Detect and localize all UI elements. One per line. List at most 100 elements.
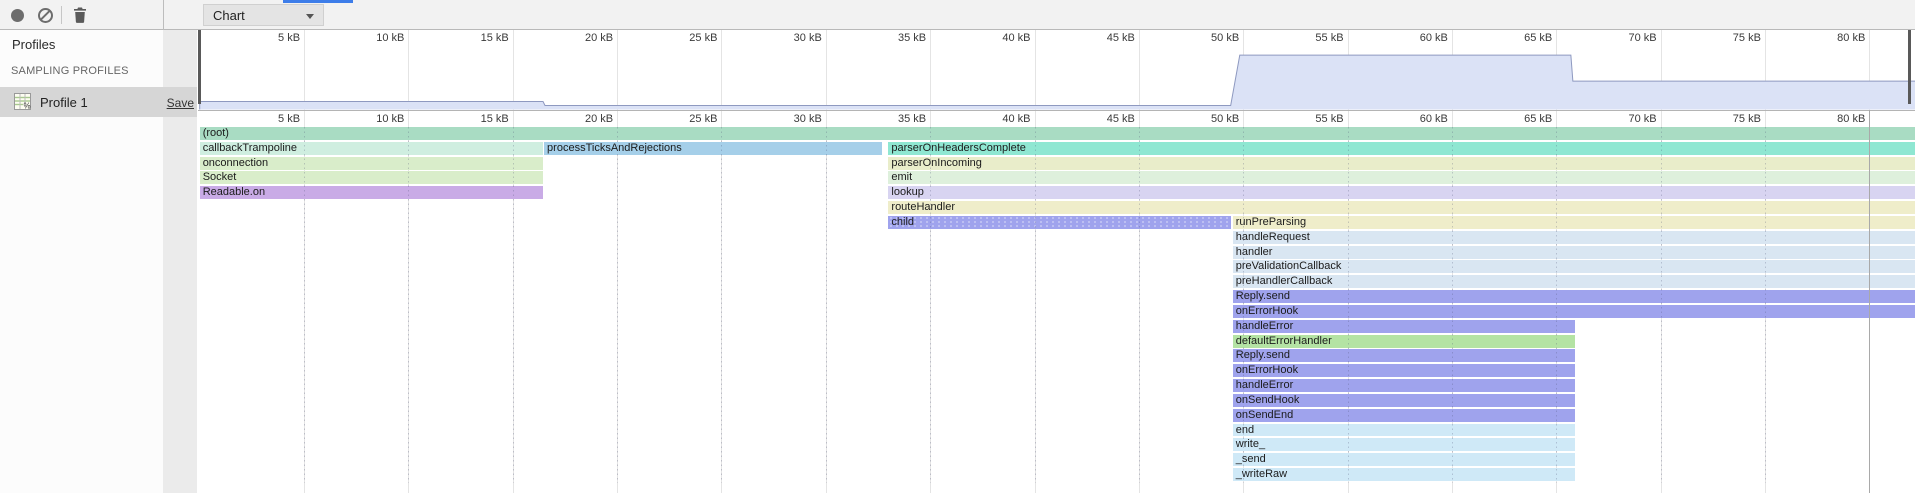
sampling-profiles-header: SAMPLING PROFILES: [11, 65, 129, 77]
block-icon: [38, 8, 53, 23]
flame-bar-handleerror[interactable]: handleError: [1233, 320, 1575, 333]
gridline: [1348, 30, 1349, 110]
flame-bar-handler[interactable]: handler: [1233, 246, 1915, 259]
flame-bar-write-[interactable]: write_: [1233, 438, 1575, 451]
flame-bar-readable-on[interactable]: Readable.on: [200, 186, 543, 199]
save-link[interactable]: Save: [167, 96, 194, 110]
ruler-tick-label: 50 kB: [1211, 32, 1239, 44]
ruler-tick-label: 55 kB: [1315, 113, 1343, 125]
gridline: [617, 30, 618, 110]
view-mode-select[interactable]: Chart: [203, 4, 324, 26]
gridline: [1556, 30, 1557, 110]
overview-bottom-border: [198, 110, 1915, 111]
flame-bar-end[interactable]: end: [1233, 424, 1575, 437]
sidebar-title: Profiles: [12, 37, 55, 52]
gridline: [1243, 30, 1244, 110]
gridline-overlay: [721, 127, 722, 483]
record-icon: [11, 9, 24, 22]
flame-bar-processticksandrejections[interactable]: processTicksAndRejections: [544, 142, 882, 155]
ruler-tick-label: 5 kB: [278, 113, 300, 125]
flame-bar-runpreparsing[interactable]: runPreParsing: [1233, 216, 1915, 229]
gridline-overlay: [1556, 127, 1557, 483]
flame-bar--send[interactable]: _send: [1233, 453, 1575, 466]
record-button[interactable]: [10, 0, 24, 30]
ruler-tick-label: 55 kB: [1315, 32, 1343, 44]
ruler-tick-label: 80 kB: [1837, 113, 1865, 125]
ruler-tick-label: 25 kB: [689, 32, 717, 44]
flame-bar-socket[interactable]: Socket: [200, 171, 543, 184]
svg-text:%: %: [24, 102, 31, 111]
flame-bar-onsendend[interactable]: onSendEnd: [1233, 409, 1575, 422]
gridline: [1452, 30, 1453, 110]
gridline-overlay: [1452, 127, 1453, 483]
flame-bar-parseronincoming[interactable]: parserOnIncoming: [888, 157, 1915, 170]
gridline-overlay: [930, 127, 931, 483]
flame-bar-handlerequest[interactable]: handleRequest: [1233, 231, 1915, 244]
ruler-tick-label: 20 kB: [585, 32, 613, 44]
memory-profiler-panel: Chart Profiles SAMPLING PROFILES % Profi…: [0, 0, 1915, 493]
flame-bar-prehandlercallback[interactable]: preHandlerCallback: [1233, 275, 1915, 288]
gridline: [304, 30, 305, 110]
ruler-tick-label: 35 kB: [898, 32, 926, 44]
flame-bar--writeraw[interactable]: _writeRaw: [1233, 468, 1575, 481]
flame-bar-lookup[interactable]: lookup: [888, 186, 1915, 199]
flame-bar-onconnection[interactable]: onconnection: [200, 157, 543, 170]
ruler-tick-label: 35 kB: [898, 113, 926, 125]
ruler-tick-label: 20 kB: [585, 113, 613, 125]
flame-bar-emit[interactable]: emit: [888, 171, 1915, 184]
ruler-tick-label: 50 kB: [1211, 113, 1239, 125]
gridline: [408, 30, 409, 110]
gridline: [1661, 30, 1662, 110]
gridline: [930, 30, 931, 110]
profiles-sidebar: Profiles SAMPLING PROFILES % Profile 1 S…: [0, 30, 197, 493]
toolbar-divider: [163, 0, 164, 30]
overview-handle-left[interactable]: [198, 30, 201, 104]
flame-bar-onerrorhook[interactable]: onErrorHook: [1233, 364, 1575, 377]
ruler-tick-label: 60 kB: [1420, 113, 1448, 125]
gridline: [721, 30, 722, 110]
ruler-tick-label: 45 kB: [1107, 32, 1135, 44]
sidebar-item-profile-1[interactable]: % Profile 1 Save: [0, 87, 197, 117]
flame-bar-parseronheaderscomplete[interactable]: parserOnHeadersComplete: [888, 142, 1915, 155]
flame-bar-child[interactable]: child: [888, 216, 1230, 229]
gridline-overlay: [1765, 127, 1766, 483]
ruler-tick-label: 5 kB: [278, 32, 300, 44]
toolbar-separator: [61, 6, 62, 24]
ruler-tick-label: 40 kB: [1002, 32, 1030, 44]
gridline-overlay: [1348, 127, 1349, 483]
gridline-overlay: [1243, 127, 1244, 483]
ruler-tick-label: 75 kB: [1733, 113, 1761, 125]
flame-bar--root-[interactable]: (root): [200, 127, 1915, 140]
flame-bar-reply-send[interactable]: Reply.send: [1233, 290, 1915, 303]
gridline-overlay: [304, 127, 305, 483]
ruler-tick-label: 10 kB: [376, 32, 404, 44]
flame-bar-defaulterrorhandler[interactable]: defaultErrorHandler: [1233, 335, 1575, 348]
flame-bar-onsendhook[interactable]: onSendHook: [1233, 394, 1575, 407]
ruler-tick-label: 80 kB: [1837, 32, 1865, 44]
flame-bar-reply-send[interactable]: Reply.send: [1233, 349, 1575, 362]
gridline: [1765, 30, 1766, 110]
ruler-tick-label: 40 kB: [1002, 113, 1030, 125]
ruler-tick-label: 30 kB: [794, 32, 822, 44]
gridline-overlay: [513, 127, 514, 483]
ruler-tick-label: 15 kB: [481, 113, 509, 125]
ruler-tick-label: 60 kB: [1420, 32, 1448, 44]
flame-bar-prevalidationcallback[interactable]: preValidationCallback: [1233, 260, 1915, 273]
flame-bar-onerrorhook[interactable]: onErrorHook: [1233, 305, 1915, 318]
delete-profile-button[interactable]: [71, 0, 89, 30]
profile-table-icon: %: [14, 93, 31, 110]
flame-bar-handleerror[interactable]: handleError: [1233, 379, 1575, 392]
ruler-tick-label: 70 kB: [1628, 113, 1656, 125]
clear-button[interactable]: [37, 0, 53, 30]
trash-icon: [73, 7, 87, 23]
overview-handle-right[interactable]: [1908, 30, 1911, 104]
chevron-down-icon: [306, 14, 314, 19]
active-tab-indicator: [283, 0, 353, 3]
ruler-tick-label: 30 kB: [794, 113, 822, 125]
gridline-overlay: [1869, 110, 1870, 493]
gridline-overlay: [1035, 127, 1036, 483]
flame-bar-callbacktrampoline[interactable]: callbackTrampoline: [200, 142, 543, 155]
gridline: [1035, 30, 1036, 110]
flame-bar-routehandler[interactable]: routeHandler: [888, 201, 1915, 214]
gridline: [826, 30, 827, 110]
